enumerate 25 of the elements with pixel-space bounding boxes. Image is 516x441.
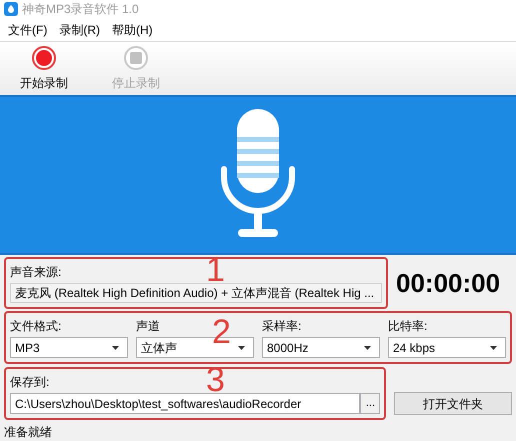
stop-icon <box>124 46 148 70</box>
timer: 00:00:00 <box>396 266 500 300</box>
sound-source-field[interactable]: 麦克风 (Realtek High Definition Audio) + 立体声混音 (Realtek Hig ... <box>10 283 382 303</box>
window-title: 神奇MP3录音软件 1.0 <box>22 1 139 18</box>
toolbar-button[interactable]: 开始录制 <box>4 46 84 92</box>
field-label: 声道 <box>136 318 160 335</box>
menu-item[interactable]: 文件(F) <box>8 20 48 38</box>
open-folder-button[interactable]: 打开文件夹 <box>394 392 512 415</box>
field-label: 采样率: <box>262 318 302 335</box>
menu-item[interactable]: 帮助(H) <box>112 20 153 38</box>
caret-icon <box>112 346 119 350</box>
caret-icon <box>364 346 371 350</box>
field-label: 声音来源: <box>10 264 62 281</box>
menu-item[interactable]: 录制(R) <box>59 20 100 38</box>
field-label: 文件格式: <box>10 318 62 335</box>
dropdown[interactable]: MP3 <box>10 337 128 358</box>
caret-icon <box>490 346 497 350</box>
field-label: 保存到: <box>10 374 50 391</box>
save-path-field[interactable]: C:\Users\zhou\Desktop\test_softwares\audioRecorder <box>10 393 360 414</box>
field-label: 比特率: <box>388 318 428 335</box>
record-icon <box>32 46 56 70</box>
browse-button[interactable]: ... <box>360 393 380 414</box>
dropdown[interactable]: 8000Hz <box>262 337 380 358</box>
dropdown[interactable]: 24 kbps <box>388 337 506 358</box>
caret-icon <box>238 346 245 350</box>
